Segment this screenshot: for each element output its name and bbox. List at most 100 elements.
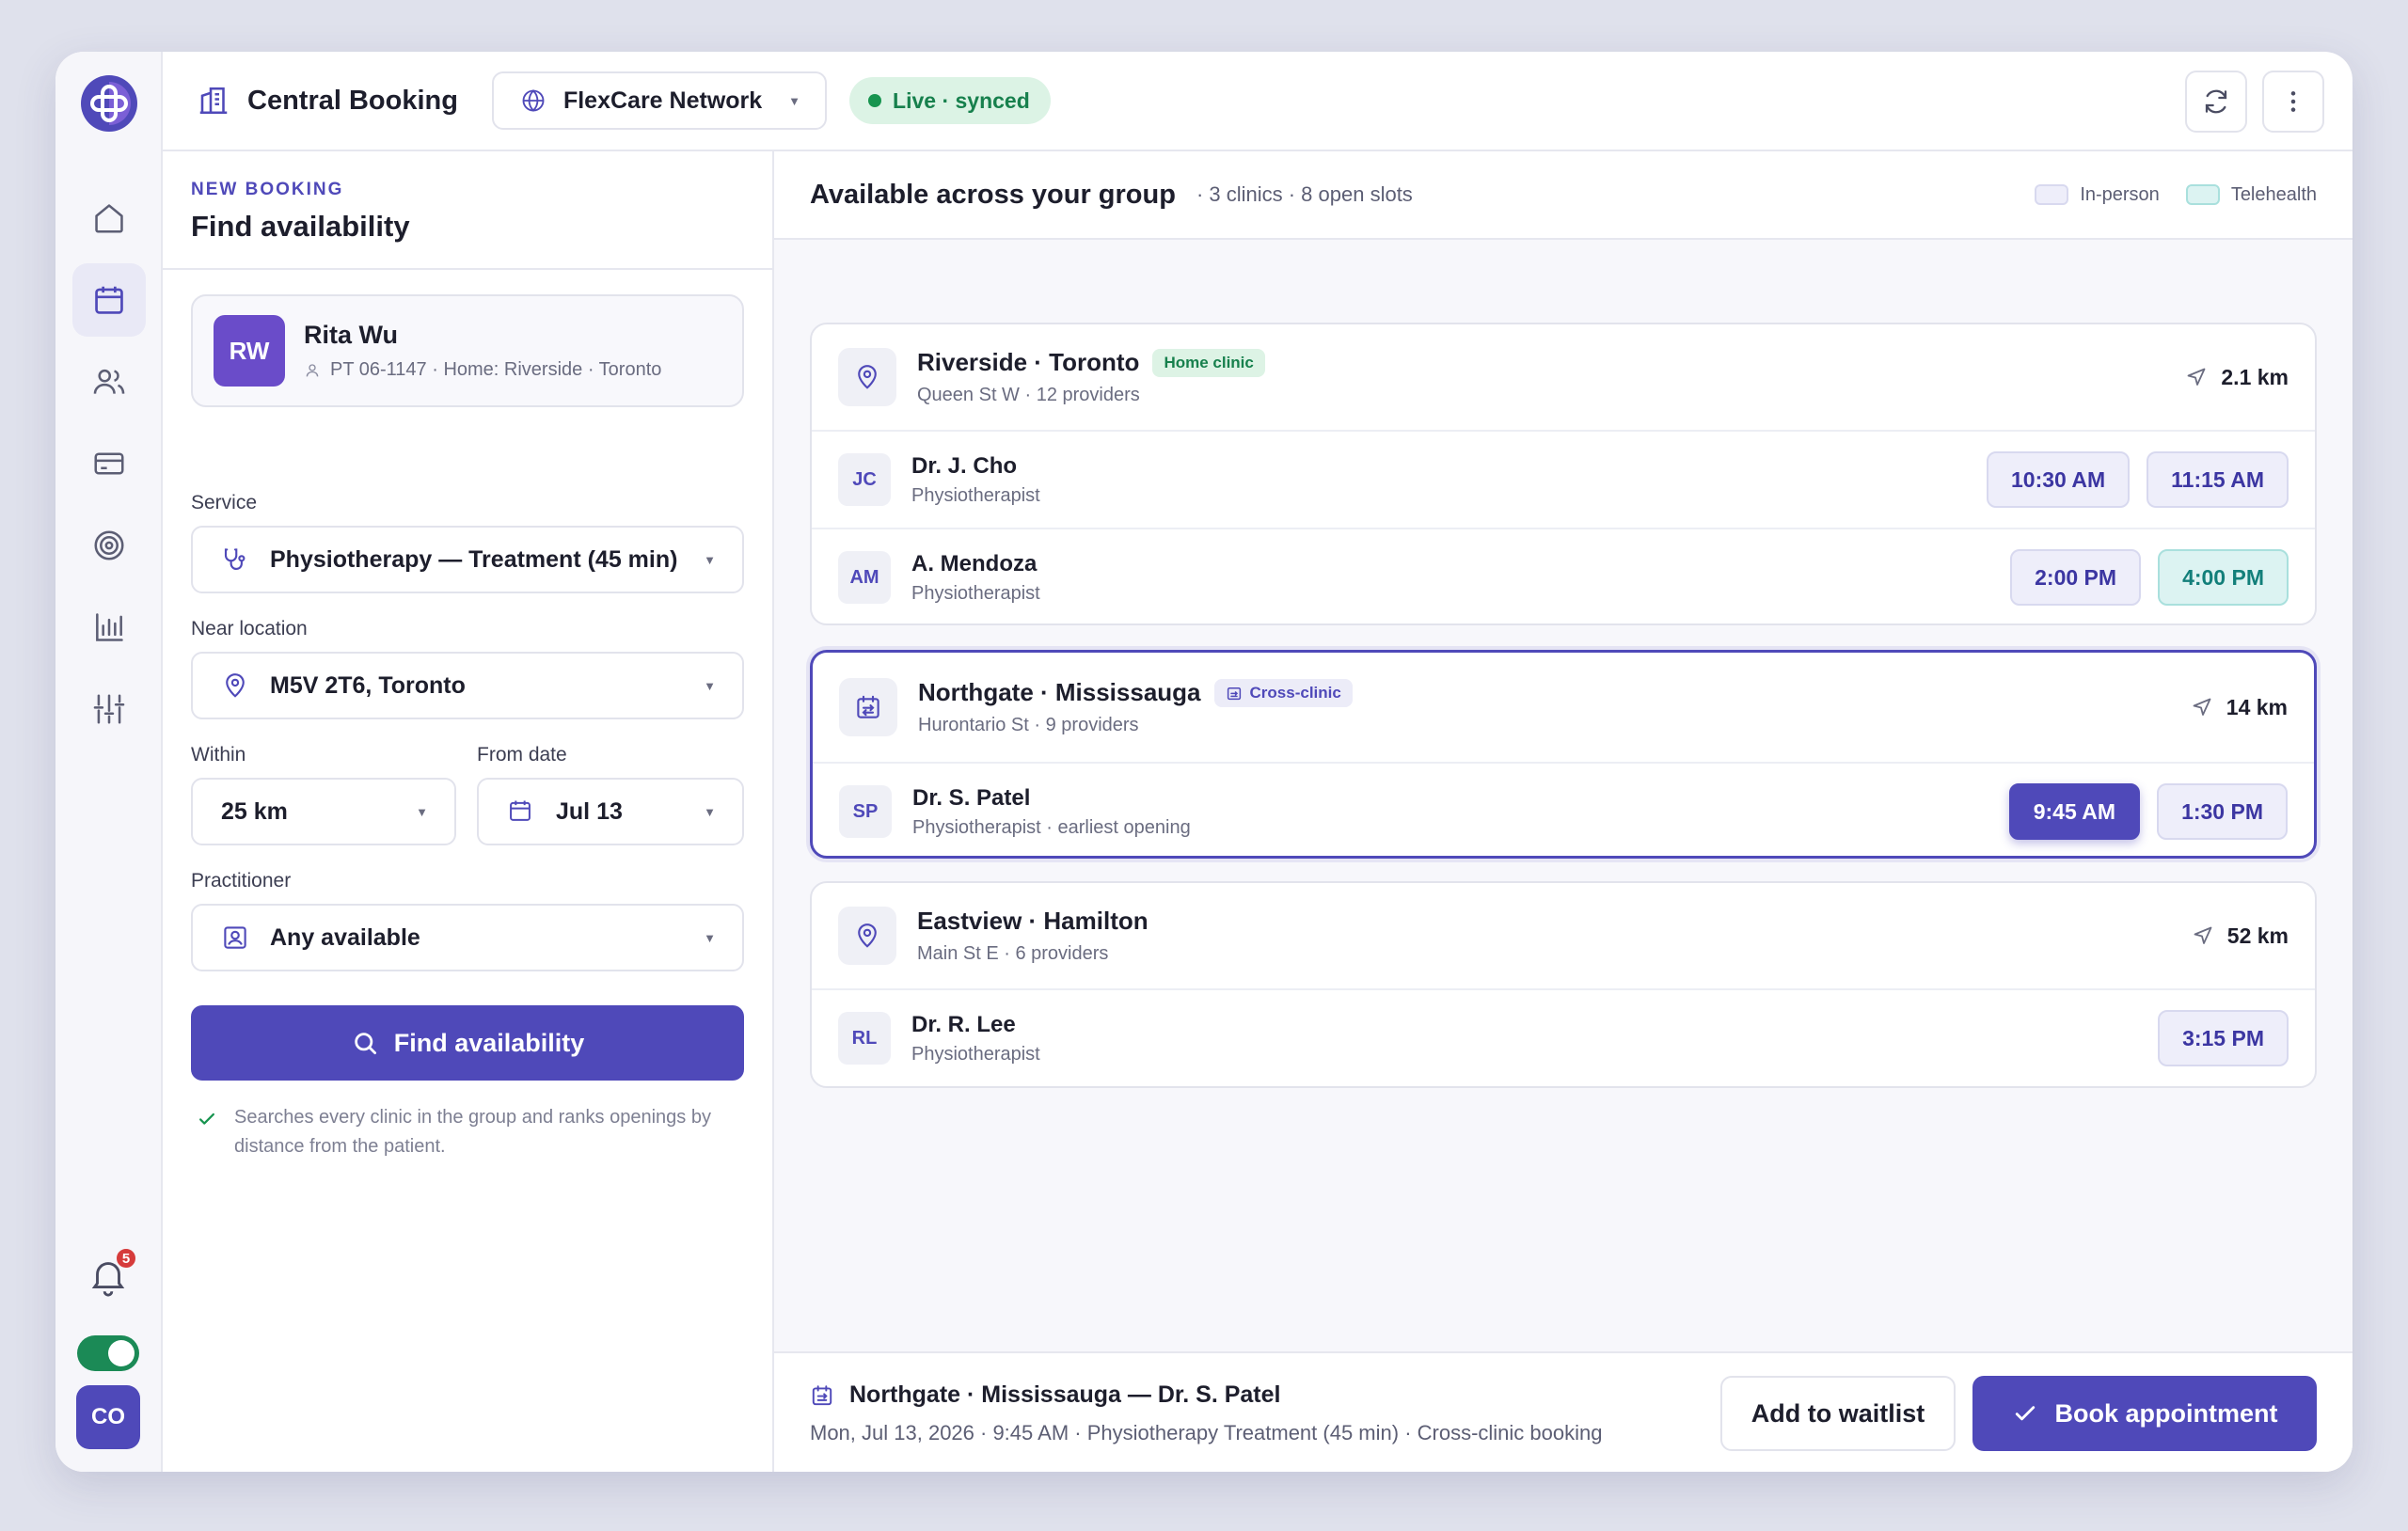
clinic-sub: Main St E · 6 providers bbox=[917, 943, 1109, 964]
chevron-down-icon: ▼ bbox=[704, 552, 716, 567]
slot-list: 3:15 PM bbox=[2158, 1010, 2289, 1066]
nav-billing[interactable] bbox=[72, 427, 146, 500]
stethoscope-icon bbox=[221, 545, 249, 574]
in-person-swatch bbox=[2035, 184, 2069, 205]
map-pin-icon bbox=[838, 348, 896, 406]
calendar-transfer-icon bbox=[839, 678, 897, 736]
navigation-icon bbox=[2191, 696, 2213, 718]
top-bar: Central Booking FlexCare Network ▼ Live … bbox=[163, 52, 2353, 151]
booking-title: Find availability bbox=[191, 210, 410, 243]
time-slot[interactable]: 1:30 PM bbox=[2157, 783, 2288, 840]
add-to-waitlist-button[interactable]: Add to waitlist bbox=[1720, 1376, 1956, 1451]
clinic-card: Eastview · Hamilton Main St E · 6 provid… bbox=[810, 881, 2317, 1088]
within-select[interactable]: 25 km ▼ bbox=[191, 778, 456, 845]
provider-row: RL Dr. R. Lee Physiotherapist 3:15 PM bbox=[812, 988, 2315, 1086]
selected-time-slot[interactable]: 9:45 AM bbox=[2008, 783, 2141, 840]
page-title: Central Booking bbox=[247, 85, 458, 116]
practitioner-select[interactable]: Any available ▼ bbox=[191, 904, 744, 971]
patient-card[interactable]: RW Rita Wu PT 06-1147 · Home: Riverside … bbox=[191, 294, 744, 407]
search-icon bbox=[351, 1029, 379, 1057]
provider-role: Physiotherapist bbox=[911, 484, 1040, 506]
sliders-icon bbox=[91, 691, 127, 727]
location-value: M5V 2T6, Toronto bbox=[270, 671, 466, 699]
user-avatar[interactable]: CO bbox=[76, 1385, 140, 1449]
legend-telehealth: Telehealth bbox=[2230, 183, 2317, 205]
target-icon bbox=[91, 528, 127, 563]
slot-list: 9:45 AM 1:30 PM bbox=[2008, 783, 2288, 840]
telehealth-time-slot[interactable]: 4:00 PM bbox=[2158, 549, 2289, 606]
chevron-down-icon: ▼ bbox=[416, 804, 428, 819]
time-slot[interactable]: 11:15 AM bbox=[2147, 451, 2289, 508]
booking-header: NEW BOOKING Find availability bbox=[163, 151, 772, 270]
service-select[interactable]: Physiotherapy — Treatment (45 min) ▼ bbox=[191, 526, 744, 593]
clinic-name: Riverside · Toronto bbox=[917, 348, 1140, 376]
check-icon bbox=[197, 1109, 217, 1161]
search-note: Searches every clinic in the group and r… bbox=[197, 1103, 742, 1161]
calendar-icon bbox=[91, 282, 127, 318]
patient-avatar: RW bbox=[214, 315, 285, 387]
nav-settings[interactable] bbox=[72, 672, 146, 746]
location-select[interactable]: M5V 2T6, Toronto ▼ bbox=[191, 652, 744, 719]
provider-avatar: SP bbox=[839, 785, 892, 838]
sidebar: 5 CO bbox=[55, 52, 163, 1472]
refresh-button[interactable] bbox=[2185, 71, 2247, 133]
nav-patients[interactable] bbox=[72, 345, 146, 418]
more-menu-button[interactable] bbox=[2262, 71, 2324, 133]
nav-home[interactable] bbox=[72, 182, 146, 255]
time-slot[interactable]: 2:00 PM bbox=[2010, 549, 2142, 606]
cross-clinic-tag-label: Cross-clinic bbox=[1249, 683, 1341, 702]
live-dot-icon bbox=[868, 94, 882, 107]
clinic-name: Northgate · Mississauga bbox=[918, 678, 1201, 706]
practitioner-value: Any available bbox=[270, 923, 420, 951]
cross-clinic-tag: Cross-clinic bbox=[1213, 678, 1353, 707]
booking-panel: NEW BOOKING Find availability RW Rita Wu… bbox=[163, 151, 774, 1472]
app-window: 5 CO Central Booking FlexCare Network ▼ … bbox=[55, 52, 2353, 1472]
availability-toggle[interactable] bbox=[77, 1335, 139, 1371]
nav-goals[interactable] bbox=[72, 509, 146, 582]
refresh-icon bbox=[2201, 87, 2231, 117]
slot-list: 2:00 PM 4:00 PM bbox=[2010, 549, 2289, 606]
location-label: Near location bbox=[191, 618, 308, 639]
building-icon bbox=[197, 84, 230, 118]
network-select[interactable]: FlexCare Network ▼ bbox=[491, 71, 828, 130]
practitioner-badge-icon bbox=[221, 923, 249, 952]
nav-reports[interactable] bbox=[72, 591, 146, 664]
provider-role: Physiotherapist · earliest opening bbox=[912, 816, 1191, 838]
sync-status-text: Live · synced bbox=[893, 87, 1030, 113]
bar-chart-icon bbox=[91, 609, 127, 645]
chevron-down-icon: ▼ bbox=[704, 804, 716, 819]
nav-calendar[interactable] bbox=[72, 263, 146, 337]
calendar-icon bbox=[507, 797, 535, 826]
selection-title: Northgate · Mississauga — Dr. S. Patel bbox=[849, 1381, 1281, 1408]
provider-name: Dr. R. Lee bbox=[911, 1011, 1016, 1037]
from-date-select[interactable]: Jul 13 ▼ bbox=[477, 778, 744, 845]
practitioner-label: Practitioner bbox=[191, 870, 292, 892]
provider-role: Physiotherapist bbox=[911, 582, 1040, 604]
check-icon bbox=[2012, 1400, 2038, 1427]
telehealth-swatch bbox=[2185, 184, 2220, 205]
clinic-distance: 52 km bbox=[2192, 923, 2289, 949]
book-appointment-button[interactable]: Book appointment bbox=[1972, 1376, 2317, 1451]
clinic-name-row: Eastview · Hamilton bbox=[917, 907, 1149, 936]
time-slot[interactable]: 10:30 AM bbox=[1986, 451, 2131, 508]
find-availability-label: Find availability bbox=[393, 1028, 585, 1057]
app-logo bbox=[80, 74, 138, 133]
patient-name: Rita Wu bbox=[304, 321, 398, 349]
navigation-icon bbox=[2192, 924, 2214, 947]
legend-in-person: In-person bbox=[2080, 183, 2160, 205]
provider-name: Dr. J. Cho bbox=[911, 452, 1018, 479]
clinic-header: Northgate · Mississauga Cross-clinic Hur… bbox=[813, 653, 2314, 762]
distance-value: 2.1 km bbox=[2221, 364, 2289, 389]
globe-icon bbox=[520, 87, 547, 114]
from-date-value: Jul 13 bbox=[556, 797, 623, 825]
navigation-icon bbox=[2185, 366, 2208, 388]
clinic-card: Riverside · Toronto Home clinic Queen St… bbox=[810, 323, 2317, 625]
clinic-sub: Queen St W · 12 providers bbox=[917, 385, 1140, 405]
service-label: Service bbox=[191, 492, 258, 513]
results-title: Available across your group bbox=[810, 179, 1176, 210]
users-icon bbox=[91, 364, 127, 400]
results-summary: · 3 clinics · 8 open slots bbox=[1196, 182, 1413, 206]
time-slot[interactable]: 3:15 PM bbox=[2158, 1010, 2289, 1066]
clinic-distance: 2.1 km bbox=[2185, 365, 2289, 390]
find-availability-button[interactable]: Find availability bbox=[191, 1005, 744, 1081]
